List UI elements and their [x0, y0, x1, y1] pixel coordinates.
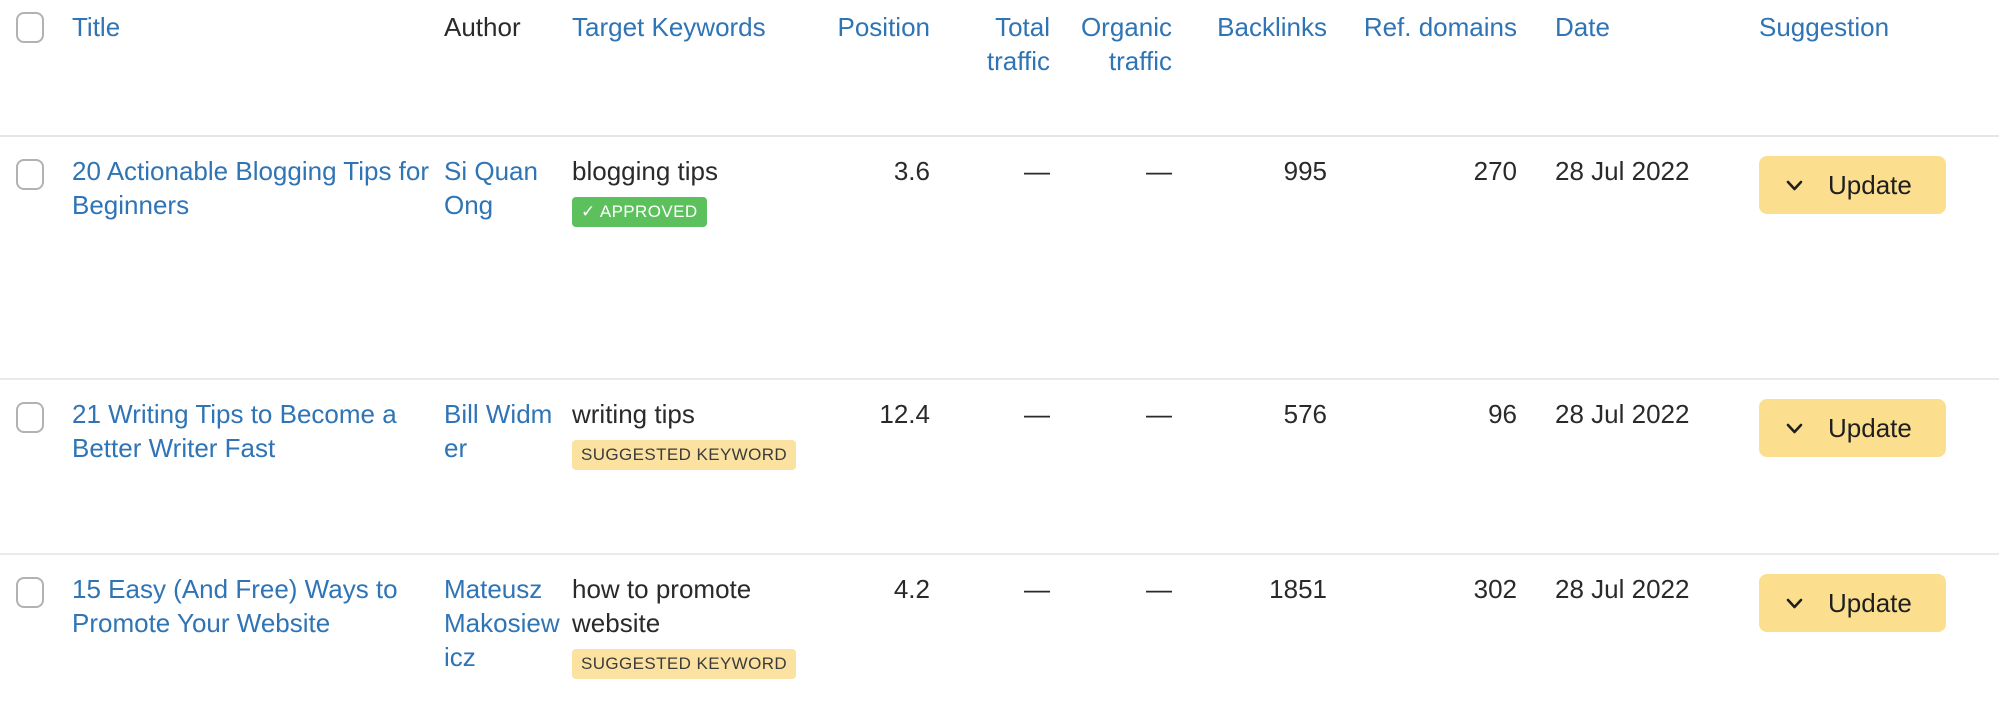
column-header-target-keywords-label: Target Keywords — [572, 12, 766, 42]
row-backlinks-cell: 995 — [1186, 136, 1341, 380]
keyword-status-badge: SUGGESTED KEYWORD — [572, 649, 797, 679]
column-header-author-label: Author — [444, 12, 521, 42]
column-header-backlinks[interactable]: Backlinks — [1186, 0, 1341, 137]
row-date-cell: 28 Jul 2022 — [1531, 379, 1711, 555]
row-select-checkbox[interactable] — [16, 159, 44, 190]
target-keyword-text: how to promote website — [572, 574, 752, 638]
table-row: 21 Writing Tips to Become a Better Write… — [0, 379, 1999, 555]
row-position-cell: 4.2 — [893, 574, 930, 604]
table-row: 15 Easy (And Free) Ways to Promote Your … — [0, 554, 1999, 711]
column-header-suggestion[interactable]: Suggestion — [1711, 0, 1999, 137]
target-keyword-text: blogging tips — [572, 156, 718, 186]
column-header-ref-domains[interactable]: Ref. domains — [1341, 0, 1531, 137]
column-header-organic-traffic[interactable]: Organic traffic — [1064, 0, 1186, 137]
column-header-position[interactable]: Position — [802, 0, 944, 137]
row-select-checkbox[interactable] — [16, 402, 44, 433]
row-author-cell: Si Quan Ong — [432, 136, 562, 380]
row-total-traffic-cell: — — [944, 136, 1064, 380]
select-all-header — [0, 0, 58, 137]
row-title-cell: 21 Writing Tips to Become a Better Write… — [58, 379, 432, 555]
row-date-cell: 28 Jul 2022 — [1555, 574, 1690, 604]
article-title-link[interactable]: 15 Easy (And Free) Ways to Promote Your … — [72, 574, 398, 638]
table-header-row: Title Author Target Keywords Position To… — [0, 0, 1999, 137]
row-organic-traffic-cell: — — [1064, 136, 1186, 380]
row-organic-traffic-cell: — — [1146, 574, 1172, 604]
row-select-cell — [0, 379, 58, 555]
row-position-cell: 12.4 — [802, 379, 944, 555]
column-header-ref-domains-label: Ref. domains — [1363, 12, 1517, 42]
chevron-down-icon — [1785, 419, 1804, 438]
row-author-cell: Mateusz Makosiewicz — [432, 554, 562, 711]
row-organic-traffic-cell: — — [1064, 379, 1186, 555]
row-ref-domains-cell: 96 — [1341, 379, 1531, 555]
chevron-down-icon — [1785, 176, 1804, 195]
row-title-cell: 15 Easy (And Free) Ways to Promote Your … — [58, 554, 432, 711]
keyword-status-badge: ✓ APPROVED — [572, 197, 707, 227]
column-header-total-traffic-label-line2: traffic — [986, 46, 1050, 76]
content-performance-table: Title Author Target Keywords Position To… — [0, 0, 1999, 711]
column-header-position-label: Position — [837, 12, 931, 42]
column-header-backlinks-label: Backlinks — [1217, 12, 1327, 42]
row-keyword-cell: how to promote website SUGGESTED KEYWORD — [562, 554, 802, 711]
column-header-author[interactable]: Author — [432, 0, 562, 137]
row-author-cell: Bill Widmer — [432, 379, 562, 555]
row-total-traffic-cell: — — [944, 379, 1064, 555]
column-header-target-keywords[interactable]: Target Keywords — [562, 0, 802, 137]
update-button[interactable]: Update — [1759, 156, 1946, 214]
row-keyword-cell: writing tips SUGGESTED KEYWORD — [562, 379, 802, 555]
table-header: Title Author Target Keywords Position To… — [0, 0, 1999, 137]
row-total-traffic-cell: — — [1024, 574, 1050, 604]
column-header-total-traffic-label-line1: Total — [995, 12, 1050, 42]
row-position-cell: 3.6 — [802, 136, 944, 380]
author-link[interactable]: Si Quan Ong — [444, 154, 562, 222]
select-all-checkbox[interactable] — [16, 12, 44, 43]
row-select-checkbox[interactable] — [16, 577, 44, 608]
row-backlinks-cell: 1851 — [1269, 574, 1327, 604]
row-ref-domains-cell: 270 — [1341, 136, 1531, 380]
article-title-link[interactable]: 21 Writing Tips to Become a Better Write… — [72, 399, 397, 463]
column-header-organic-traffic-label-line1: Organic — [1080, 12, 1172, 42]
author-link[interactable]: Bill Widmer — [444, 397, 562, 465]
target-keyword-text: writing tips — [572, 399, 695, 429]
column-header-organic-traffic-label-line2: traffic — [1108, 46, 1172, 76]
update-button[interactable]: Update — [1759, 399, 1946, 457]
table-body: 20 Actionable Blogging Tips for Beginner… — [0, 136, 1999, 711]
row-keyword-cell: blogging tips ✓ APPROVED — [562, 136, 802, 380]
row-suggestion-cell: Update — [1711, 136, 1999, 380]
author-link[interactable]: Mateusz Makosiewicz — [444, 572, 562, 674]
row-select-cell — [0, 136, 58, 380]
column-header-date[interactable]: Date — [1531, 0, 1711, 137]
row-backlinks-cell: 576 — [1186, 379, 1341, 555]
update-button-label: Update — [1828, 170, 1912, 200]
column-header-title-label: Title — [72, 12, 121, 42]
column-header-title[interactable]: Title — [58, 0, 432, 137]
table-row: 20 Actionable Blogging Tips for Beginner… — [0, 136, 1999, 380]
column-header-total-traffic[interactable]: Total traffic — [944, 0, 1064, 137]
column-header-date-label: Date — [1555, 12, 1610, 42]
keyword-status-badge: SUGGESTED KEYWORD — [572, 440, 797, 470]
article-title-link[interactable]: 20 Actionable Blogging Tips for Beginner… — [72, 156, 429, 220]
update-button[interactable]: Update — [1759, 574, 1946, 632]
row-title-cell: 20 Actionable Blogging Tips for Beginner… — [58, 136, 432, 380]
row-suggestion-cell: Update — [1711, 554, 1999, 711]
row-suggestion-cell: Update — [1711, 379, 1999, 555]
row-date-cell: 28 Jul 2022 — [1531, 136, 1711, 380]
chevron-down-icon — [1785, 594, 1804, 613]
update-button-label: Update — [1828, 588, 1912, 618]
update-button-label: Update — [1828, 413, 1912, 443]
row-select-cell — [0, 554, 58, 711]
content-table-page: Title Author Target Keywords Position To… — [0, 0, 1999, 711]
column-header-suggestion-label: Suggestion — [1759, 12, 1890, 42]
row-ref-domains-cell: 302 — [1473, 574, 1517, 604]
